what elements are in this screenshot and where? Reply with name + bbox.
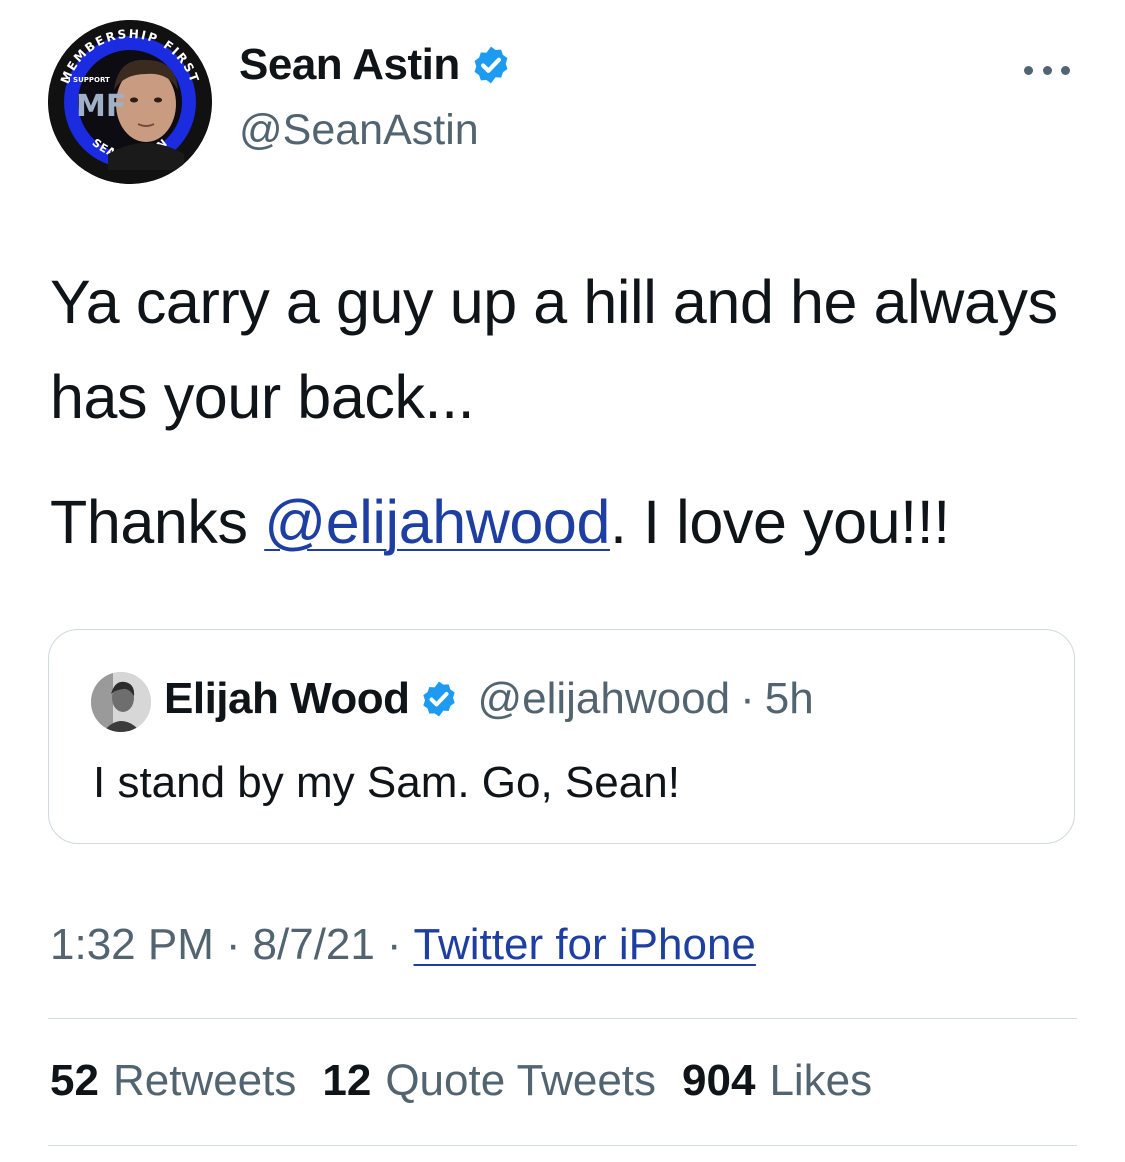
quoted-header: Elijah Wood @elijahwood · 5h — [164, 674, 814, 724]
tweet-line-2: Thanks @elijahwood. I love you!!! — [50, 475, 1080, 570]
quoted-author-handle[interactable]: @elijahwood — [477, 674, 730, 724]
divider — [48, 1145, 1077, 1146]
meta-separator: · — [386, 920, 402, 969]
author-avatar[interactable]: MEMBERSHIP FIRST SEAN ASTIN I SUPPORT MF — [48, 20, 212, 184]
likes-count: 904 — [682, 1056, 756, 1105]
tweet-time[interactable]: 1:32 PM — [50, 920, 214, 970]
quote-tweets-stat[interactable]: 12 Quote Tweets — [322, 1056, 656, 1106]
quoted-separator: · — [740, 674, 755, 723]
more-dot — [1042, 65, 1052, 75]
tweet-meta: 1:32 PM · 8/7/21 · Twitter for iPhone — [50, 920, 756, 970]
more-dot — [1024, 65, 1033, 75]
quoted-avatar-image — [91, 672, 151, 732]
quoted-tweet-card[interactable]: Elijah Wood @elijahwood · 5h I stand by … — [48, 629, 1075, 844]
badge-letters: MF — [76, 89, 126, 124]
likes-stat[interactable]: 904 Likes — [682, 1056, 872, 1106]
verified-badge-icon — [423, 681, 456, 717]
quoted-timestamp[interactable]: 5h — [765, 674, 814, 724]
author-handle[interactable]: @SeanAstin — [239, 106, 479, 155]
tweet-source-link[interactable]: Twitter for iPhone — [414, 920, 756, 970]
author-name-row[interactable]: Sean Astin — [239, 40, 512, 90]
tweet-date[interactable]: 8/7/21 — [253, 920, 375, 970]
quoted-tweet-text: I stand by my Sam. Go, Sean! — [93, 758, 680, 807]
more-horizontal-icon[interactable] — [1024, 60, 1070, 80]
mention-link[interactable]: @elijahwood — [264, 488, 610, 556]
quotes-count: 12 — [322, 1056, 372, 1105]
tweet-line-1: Ya carry a guy up a hill and he always h… — [50, 268, 1058, 431]
verified-badge-icon — [474, 46, 508, 84]
retweets-stat[interactable]: 52 Retweets — [50, 1056, 296, 1106]
author-name[interactable]: Sean Astin — [239, 40, 460, 90]
retweets-count: 52 — [50, 1056, 99, 1105]
badge-support-text: I SUPPORT — [68, 76, 110, 84]
tweet-thanks-suffix: . I love you!!! — [609, 488, 950, 556]
tweet-thanks-prefix: Thanks — [50, 488, 265, 556]
quotes-label: Quote Tweets — [385, 1056, 657, 1105]
membership-first-badge: MEMBERSHIP FIRST SEAN ASTIN I SUPPORT MF — [48, 20, 212, 184]
quoted-author-avatar — [91, 672, 151, 732]
tweet-text: Ya carry a guy up a hill and he always h… — [50, 255, 1080, 570]
quoted-author-name[interactable]: Elijah Wood — [164, 674, 410, 724]
tweet-stats: 52 Retweets 12 Quote Tweets 904 Likes — [50, 1056, 898, 1106]
more-dot — [1061, 65, 1070, 75]
retweets-label: Retweets — [112, 1056, 297, 1105]
likes-label: Likes — [769, 1056, 873, 1105]
divider — [48, 1018, 1077, 1019]
meta-separator: · — [225, 920, 241, 969]
